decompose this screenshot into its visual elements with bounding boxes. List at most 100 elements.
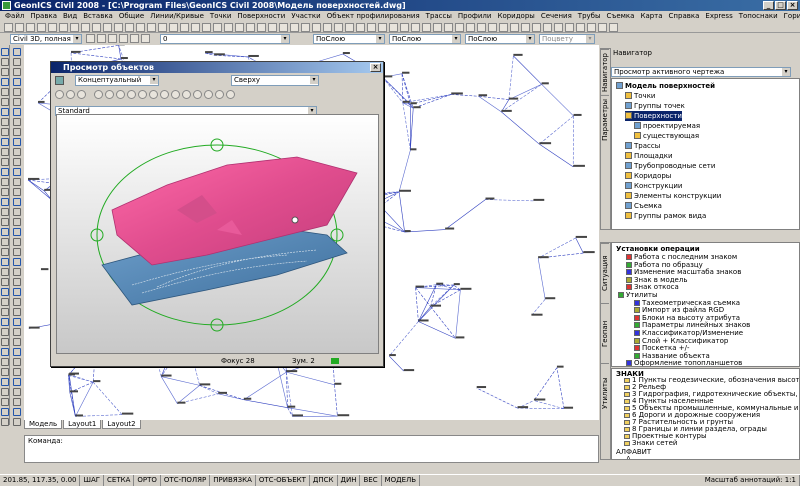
draw-tool-icon[interactable] — [13, 368, 21, 376]
toolbar-tool-icon[interactable] — [202, 23, 211, 32]
viewer-tool-icon[interactable] — [160, 90, 169, 99]
draw-tool-icon[interactable] — [1, 258, 9, 266]
menu-item-1[interactable]: Правка — [27, 11, 60, 22]
tree-item[interactable]: Коридоры — [625, 171, 671, 181]
tree-item[interactable]: проектируемая — [634, 121, 700, 131]
draw-tool-icon[interactable] — [13, 128, 21, 136]
draw-tool-icon[interactable] — [13, 208, 21, 216]
toolbar-tool-icon[interactable] — [477, 23, 486, 32]
layer-tool-icon[interactable] — [119, 34, 128, 43]
toolbar-tool-icon[interactable] — [290, 23, 299, 32]
workspace-combo[interactable]: Civil 3D, полная версия▾ — [10, 34, 82, 44]
draw-tool-icon[interactable] — [13, 148, 21, 156]
draw-tool-icon[interactable] — [1, 268, 9, 276]
toolbar-tool-icon[interactable] — [59, 23, 68, 32]
layout-tab-2[interactable]: Layout2 — [102, 420, 141, 429]
toolbar-tool-icon[interactable] — [235, 23, 244, 32]
toolbar-tool-icon[interactable] — [70, 23, 79, 32]
toolbar-tool-icon[interactable] — [433, 23, 442, 32]
annotation-scale[interactable]: Масштаб аннотаций: 1:1 — [702, 475, 800, 486]
draw-tool-icon[interactable] — [1, 138, 9, 146]
draw-tool-icon[interactable] — [1, 248, 9, 256]
status-toggle-4[interactable]: ПРИВЯЗКА — [210, 475, 256, 486]
draw-tool-icon[interactable] — [13, 418, 21, 426]
minimize-button[interactable]: _ — [763, 1, 774, 10]
tree-item[interactable]: Конструкции — [625, 181, 682, 191]
draw-tool-icon[interactable] — [1, 218, 9, 226]
toolbar-tool-icon[interactable] — [323, 23, 332, 32]
viewer-3d-scene[interactable] — [56, 114, 379, 354]
draw-tool-icon[interactable] — [13, 108, 21, 116]
toolbar-tool-icon[interactable] — [92, 23, 101, 32]
draw-tool-icon[interactable] — [1, 118, 9, 126]
toolbar-tool-icon[interactable] — [334, 23, 343, 32]
draw-tool-icon[interactable] — [1, 188, 9, 196]
toolbar-tool-icon[interactable] — [455, 23, 464, 32]
viewer-tool-icon[interactable] — [182, 90, 191, 99]
viewer-close-button[interactable]: × — [370, 63, 381, 72]
toolbar-tool-icon[interactable] — [499, 23, 508, 32]
toolbar-tool-icon[interactable] — [367, 23, 376, 32]
toolbar-tool-icon[interactable] — [400, 23, 409, 32]
toolbar-tool-icon[interactable] — [466, 23, 475, 32]
status-toggle-5[interactable]: ОТС-ОБЪЕКТ — [256, 475, 310, 486]
close-button[interactable]: × — [787, 1, 798, 10]
status-toggle-0[interactable]: ШАГ — [80, 475, 105, 486]
menu-item-13[interactable]: Сечения — [538, 11, 575, 22]
layer-tool-icon[interactable] — [108, 34, 117, 43]
tree-item[interactable]: Элементы конструкции — [625, 191, 721, 201]
menu-item-2[interactable]: Вид — [60, 11, 80, 22]
toolbar-tool-icon[interactable] — [587, 23, 596, 32]
draw-tool-icon[interactable] — [13, 138, 21, 146]
sign-category[interactable]: Знаки сетей — [624, 440, 677, 447]
draw-tool-icon[interactable] — [13, 198, 21, 206]
status-toggle-2[interactable]: ОРТО — [134, 475, 161, 486]
menu-item-11[interactable]: Профили — [455, 11, 495, 22]
toolbar-tool-icon[interactable] — [609, 23, 618, 32]
toolbar-tool-icon[interactable] — [37, 23, 46, 32]
draw-tool-icon[interactable] — [13, 388, 21, 396]
menu-item-18[interactable]: Express — [702, 11, 735, 22]
draw-tool-icon[interactable] — [1, 68, 9, 76]
layer-tool-icon[interactable] — [141, 34, 150, 43]
draw-tool-icon[interactable] — [1, 338, 9, 346]
viewer-tool-icon[interactable] — [171, 90, 180, 99]
layer-tool-icon[interactable] — [130, 34, 139, 43]
draw-tool-icon[interactable] — [13, 268, 21, 276]
toolbar-tool-icon[interactable] — [565, 23, 574, 32]
toolbar-tool-icon[interactable] — [345, 23, 354, 32]
toolbar-tool-icon[interactable] — [521, 23, 530, 32]
toolbar-tool-icon[interactable] — [422, 23, 431, 32]
draw-tool-icon[interactable] — [1, 108, 9, 116]
menu-item-15[interactable]: Съемка — [604, 11, 638, 22]
status-toggle-6[interactable]: ДПСК — [310, 475, 338, 486]
tree-item[interactable]: Группы рамок вида — [625, 211, 706, 221]
toolbar-tool-icon[interactable] — [224, 23, 233, 32]
draw-tool-icon[interactable] — [13, 358, 21, 366]
draw-tool-icon[interactable] — [13, 308, 21, 316]
draw-tool-icon[interactable] — [1, 168, 9, 176]
toolbar-tool-icon[interactable] — [180, 23, 189, 32]
toolbar-tool-icon[interactable] — [532, 23, 541, 32]
operations-tab-1[interactable]: Геопан — [601, 303, 609, 363]
draw-tool-icon[interactable] — [1, 88, 9, 96]
draw-tool-icon[interactable] — [1, 148, 9, 156]
draw-tool-icon[interactable] — [1, 308, 9, 316]
viewer-tool-icon[interactable] — [215, 90, 224, 99]
toolbar-tool-icon[interactable] — [510, 23, 519, 32]
draw-tool-icon[interactable] — [1, 288, 9, 296]
draw-tool-icon[interactable] — [13, 338, 21, 346]
lineweight-combo[interactable]: ПоСлою ▾ — [465, 34, 535, 44]
toolbar-tool-icon[interactable] — [598, 23, 607, 32]
tree-item[interactable]: существующая — [634, 131, 699, 141]
draw-tool-icon[interactable] — [1, 78, 9, 86]
toolbar-tool-icon[interactable] — [246, 23, 255, 32]
toolbar-tool-icon[interactable] — [543, 23, 552, 32]
toolbar-tool-icon[interactable] — [158, 23, 167, 32]
viewer-tool-icon[interactable] — [77, 90, 86, 99]
tree-item[interactable]: Трассы — [625, 141, 660, 151]
draw-tool-icon[interactable] — [1, 378, 9, 386]
draw-tool-icon[interactable] — [1, 228, 9, 236]
viewer-tool-icon[interactable] — [193, 90, 202, 99]
visual-style-combo[interactable]: Концептуальный ▾ — [75, 75, 159, 86]
